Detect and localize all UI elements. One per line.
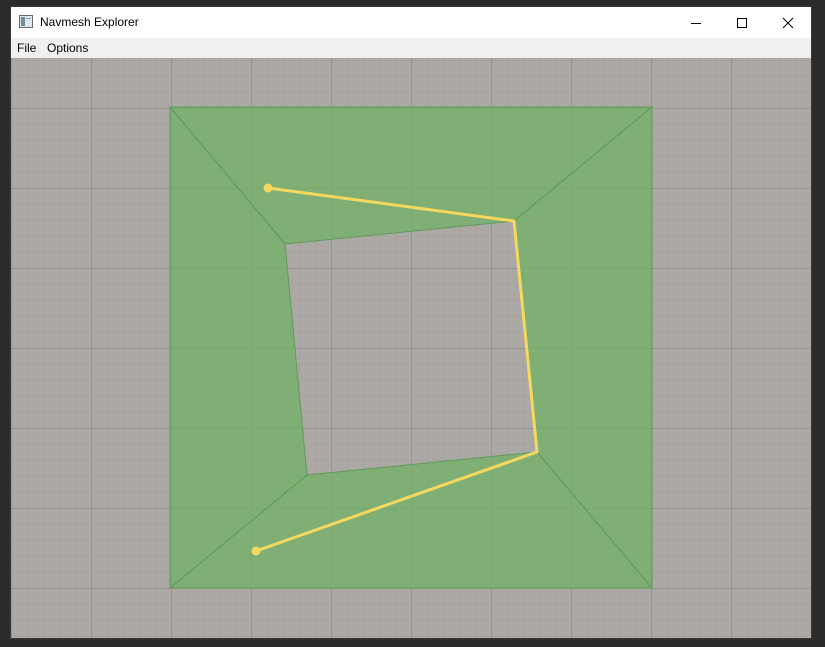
app-window: Navmesh Explorer File Options: [11, 7, 811, 638]
minimize-icon: [691, 22, 701, 24]
close-icon: [782, 17, 794, 28]
menu-options[interactable]: Options: [47, 41, 88, 55]
maximize-icon: [737, 17, 747, 28]
minimize-button[interactable]: [673, 7, 719, 38]
menu-file[interactable]: File: [17, 41, 36, 55]
menu-bar: File Options: [11, 38, 811, 58]
navmesh-viewport[interactable]: [11, 58, 811, 638]
close-button[interactable]: [765, 7, 811, 38]
window-title: Navmesh Explorer: [40, 15, 139, 29]
title-bar[interactable]: Navmesh Explorer: [11, 7, 811, 38]
path-end-point[interactable]: [251, 546, 261, 556]
navmesh-scene: [11, 58, 811, 638]
maximize-button[interactable]: [719, 7, 765, 38]
path-start-point[interactable]: [263, 183, 273, 193]
window-app-icon: [19, 15, 33, 28]
